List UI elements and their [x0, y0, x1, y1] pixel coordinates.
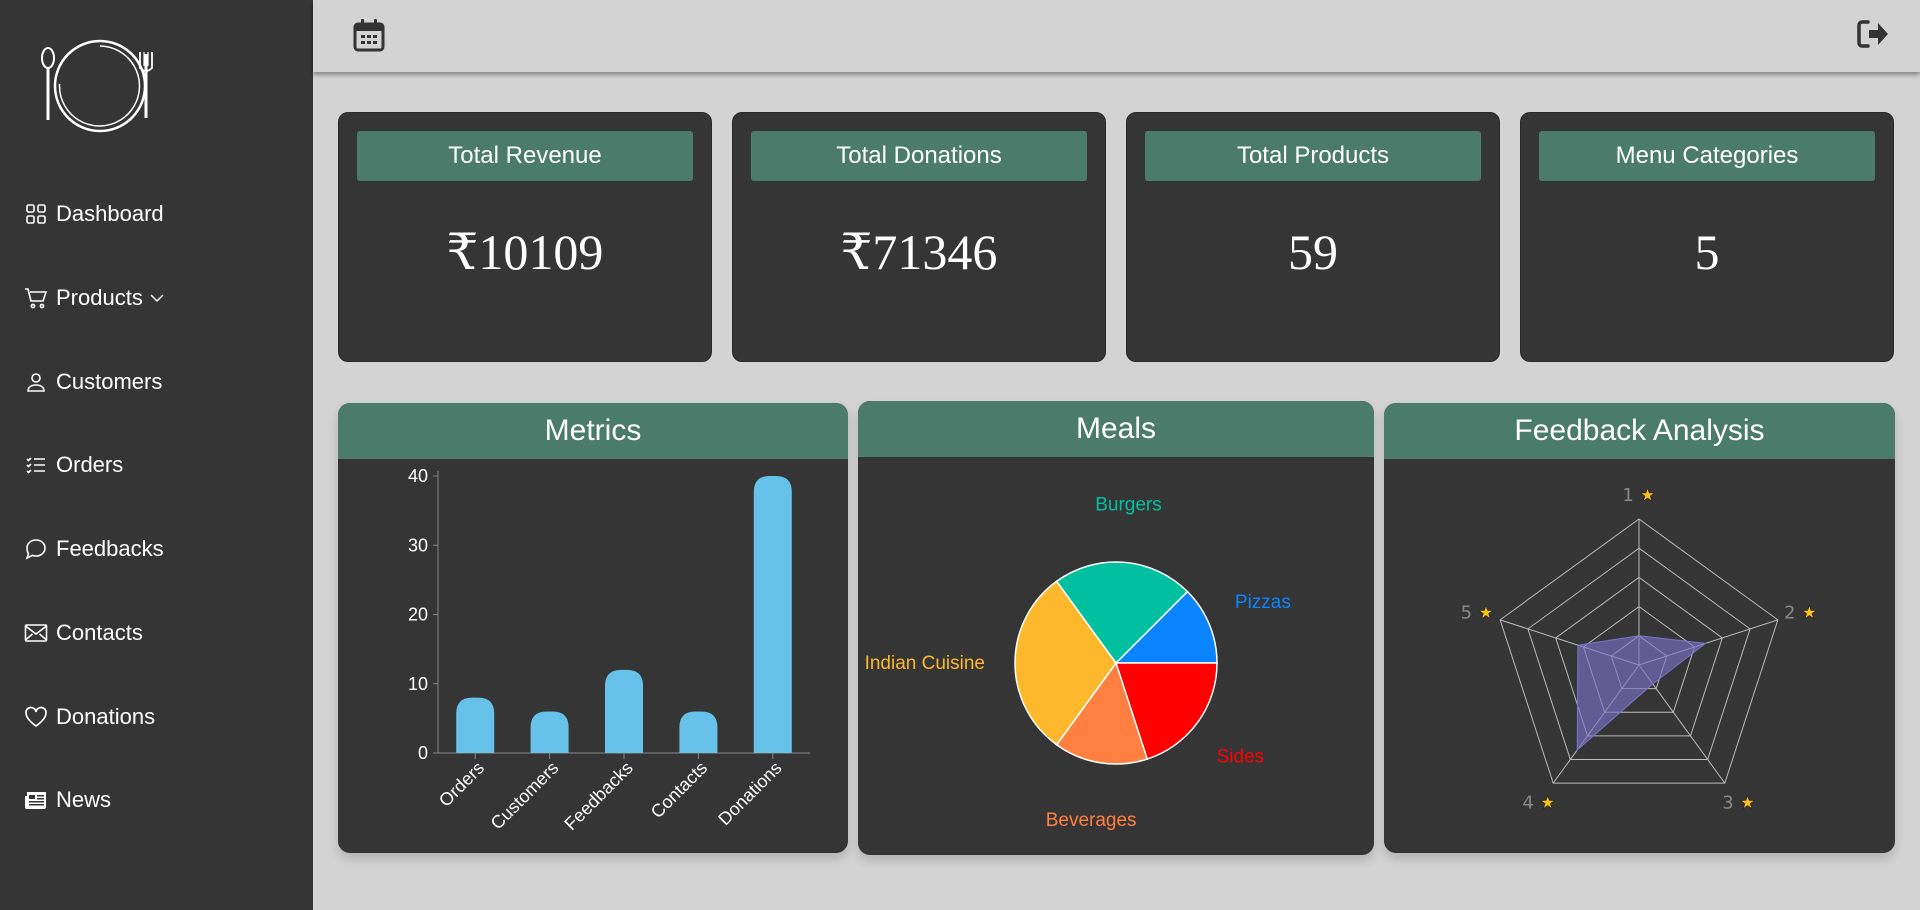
chat-bubble-icon: [24, 537, 48, 561]
sidebar-item-label: Donations: [56, 704, 156, 729]
stat-card-title: Total Products: [1145, 131, 1481, 181]
sidebar-item-label: News: [56, 787, 112, 812]
stat-card-menu-categories: Menu Categories 5: [1520, 112, 1894, 362]
sidebar-item-donations[interactable]: Donations: [24, 700, 155, 734]
stat-card-value: ₹71346: [840, 224, 998, 280]
bar: [456, 697, 495, 753]
sidebar-item-dashboard[interactable]: Dashboard: [24, 197, 164, 231]
x-tick-label: Donations: [714, 758, 785, 829]
radar-axis-label: 4 ★: [1522, 793, 1555, 814]
x-tick-label: Feedbacks: [560, 758, 636, 834]
y-tick-label: 40: [408, 466, 428, 486]
bar: [679, 711, 718, 753]
stat-card-value: 59: [1288, 224, 1338, 280]
sidebar-item-label: Orders: [56, 452, 124, 477]
radar-axis-label: 5 ★: [1461, 602, 1494, 623]
newspaper-icon: [24, 788, 48, 812]
sidebar-item-customers[interactable]: Customers: [24, 365, 162, 399]
sidebar-item-label: Feedbacks: [56, 536, 164, 561]
radar-axis-label: 3 ★: [1722, 793, 1755, 814]
metrics-panel: Metrics 0 10 20 30 40 Orders Customers Feedback…: [338, 403, 848, 853]
sidebar-item-news[interactable]: News: [24, 783, 111, 817]
x-tick-label: Orders: [435, 758, 488, 811]
pie-label: Beverages: [1046, 810, 1137, 831]
stat-card-title: Menu Categories: [1539, 131, 1875, 181]
chevron-down-icon[interactable]: [149, 290, 165, 306]
pie-label: Sides: [1217, 746, 1265, 767]
calendar-icon[interactable]: [353, 18, 385, 52]
y-tick-label: 30: [408, 535, 428, 555]
stat-card-title: Total Revenue: [357, 131, 693, 181]
feedback-panel: Feedback Analysis 1 ★ 2 ★ 3 ★ 4 ★ 5 ★: [1384, 403, 1895, 853]
sidebar-item-products[interactable]: Products: [24, 281, 165, 315]
metrics-bar-chart: 0 10 20 30 40 OrdersCustomersFeedbacks Contact…: [408, 466, 810, 834]
sidebar-item-feedbacks[interactable]: Feedbacks: [24, 532, 164, 566]
bar: [753, 476, 792, 753]
sidebar-item-label: Products: [56, 285, 143, 310]
sidebar: Dashboard Products Customers Orders Feed…: [0, 0, 313, 910]
heart-icon: [24, 705, 48, 729]
x-tick-label: Customers: [487, 758, 563, 834]
restaurant-logo: [41, 39, 153, 133]
sidebar-item-label: Contacts: [56, 620, 143, 645]
pie-label: Pizzas: [1235, 592, 1291, 613]
envelope-icon: [24, 621, 48, 645]
pie-label: Burgers: [1095, 494, 1162, 515]
user-icon: [24, 370, 48, 394]
sidebar-item-label: Dashboard: [56, 201, 164, 226]
meals-panel: Meals Pizzas Sides Beverages Indian Cuisine…: [858, 401, 1374, 855]
meals-pie-chart: Pizzas Sides Beverages Indian Cuisine Burger…: [865, 494, 1291, 831]
stat-card-value: ₹10109: [446, 224, 604, 280]
stat-card-revenue: Total Revenue ₹10109: [338, 112, 712, 362]
sidebar-item-contacts[interactable]: Contacts: [24, 616, 143, 650]
feedback-radar-chart: 1 ★ 2 ★ 3 ★ 4 ★ 5 ★: [1461, 485, 1818, 814]
x-tick-label: Contacts: [647, 758, 711, 822]
stat-card-products: Total Products 59: [1126, 112, 1500, 362]
sidebar-item-label: Customers: [56, 369, 163, 394]
bar: [605, 669, 643, 753]
stat-card-title: Total Donations: [751, 131, 1087, 181]
y-tick-label: 0: [418, 743, 428, 763]
y-tick-label: 10: [408, 674, 428, 694]
radar-axis-label: 1 ★: [1622, 485, 1655, 506]
list-icon: [24, 453, 48, 477]
pie-label: Indian Cuisine: [865, 653, 985, 674]
sidebar-item-orders[interactable]: Orders: [24, 448, 123, 482]
cart-icon: [24, 286, 48, 310]
top-bar: [313, 0, 1920, 72]
y-tick-label: 20: [408, 605, 428, 625]
grid-icon: [24, 202, 48, 226]
logout-icon[interactable]: [1856, 18, 1890, 50]
radar-axis-label: 2 ★: [1784, 602, 1817, 623]
stat-card-donations: Total Donations ₹71346: [732, 112, 1106, 362]
stat-card-value: 5: [1694, 224, 1720, 280]
radar-data-area: [1576, 635, 1707, 752]
bar: [530, 711, 569, 753]
